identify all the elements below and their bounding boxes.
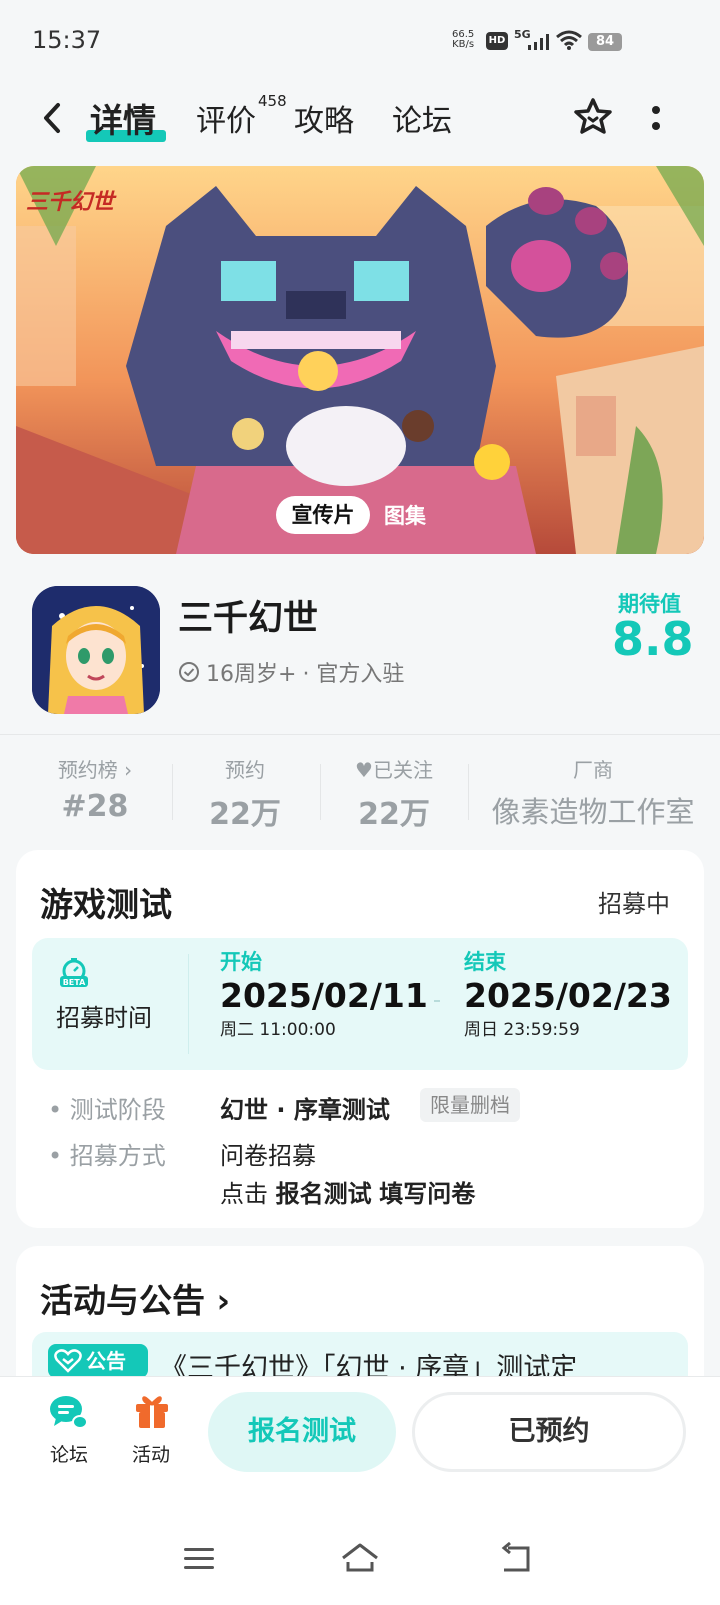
tab-reviews[interactable]: 评价 (196, 96, 256, 140)
home-icon[interactable] (340, 1540, 380, 1576)
age-rating: 16周岁+ (206, 662, 297, 687)
stat-reservations: 预约 22万 (209, 758, 281, 832)
svg-text:BETA: BETA (63, 978, 86, 987)
stage-label: • 测试阶段 (48, 1096, 166, 1124)
method-value: 问卷招募 (220, 1142, 316, 1170)
battery-icon: 84 (588, 33, 622, 51)
heart-icon: ♥ (355, 758, 373, 782)
method-actions: 点击 报名测试 填写问卷 (220, 1180, 476, 1208)
video-tab-button[interactable]: 宣传片 (276, 496, 370, 534)
more-options-icon[interactable] (650, 104, 662, 134)
back-nav-icon[interactable] (498, 1540, 538, 1576)
signup-test-button[interactable]: 报名测试 (208, 1392, 396, 1472)
notice-heart-icon (54, 1349, 82, 1373)
net-speed: 66.5 KB/s (452, 29, 475, 50)
activity-title[interactable]: 活动与公告 › (40, 1274, 230, 1322)
divider (0, 734, 720, 735)
forum-label[interactable]: 论坛 (50, 1440, 88, 1467)
status-time: 15:37 (32, 26, 102, 54)
expectation-score: 8.8 (612, 612, 694, 666)
forum-chat-icon[interactable] (48, 1392, 88, 1432)
app-name: 三千幻世 (178, 599, 319, 639)
stat-developer[interactable]: 厂商 像素造物工作室 (478, 754, 708, 831)
stat-separator (320, 764, 321, 820)
recruit-status: 招募中 (598, 890, 670, 918)
stat-separator (172, 764, 173, 820)
app-icon (32, 586, 160, 714)
banner-artwork (16, 166, 704, 554)
recruit-time-label: 招募时间 (56, 1004, 152, 1032)
verified-check-icon (179, 662, 199, 682)
tab-guides[interactable]: 攻略 (294, 96, 354, 140)
stage-tag: 限量删档 (420, 1088, 520, 1122)
app-meta: 16周岁+ · 官方入驻 (178, 656, 404, 688)
stat-ranking[interactable]: 预约榜 › #28 (40, 754, 150, 824)
tab-forum[interactable]: 论坛 (392, 96, 452, 140)
wifi-icon (556, 30, 582, 50)
status-bar: 15:37 66.5 KB/s HD 5G 84 (0, 0, 720, 80)
range-dash (434, 1000, 440, 1002)
favorite-star-icon[interactable] (572, 96, 614, 138)
separator (188, 954, 189, 1054)
method-label: • 招募方式 (48, 1142, 166, 1170)
tab-details[interactable]: 详情 (90, 94, 156, 142)
back-icon[interactable] (36, 100, 72, 136)
stage-value: 幻世 · 序章测试 (220, 1096, 390, 1124)
gift-icon[interactable] (132, 1390, 172, 1430)
end-time: 结束 2025/02/23 周日 23:59:59 (464, 950, 672, 1040)
reviews-count-badge: 458 (258, 92, 287, 110)
official-label: · 官方入驻 (302, 662, 405, 687)
questionnaire-link[interactable]: 填写问卷 (379, 1180, 475, 1208)
banner-logo: 三千幻世 (26, 190, 115, 215)
beta-icon: BETA (60, 958, 88, 987)
signup-link[interactable]: 报名测试 (276, 1180, 372, 1208)
gallery-tab-button[interactable]: 图集 (384, 500, 426, 530)
start-time: 开始 2025/02/11 周二 11:00:00 (220, 950, 428, 1040)
reserved-button[interactable]: 已预约 (412, 1392, 686, 1472)
signal-icon (528, 34, 549, 50)
hd-icon: HD (486, 32, 508, 50)
promo-banner[interactable]: 三千幻世 (16, 166, 704, 554)
activity-label[interactable]: 活动 (132, 1440, 170, 1467)
stat-separator (468, 764, 469, 820)
stat-followers[interactable]: ♥已关注 22万 (334, 754, 454, 833)
game-test-title: 游戏测试 (40, 885, 172, 924)
menu-icon[interactable] (180, 1540, 220, 1576)
